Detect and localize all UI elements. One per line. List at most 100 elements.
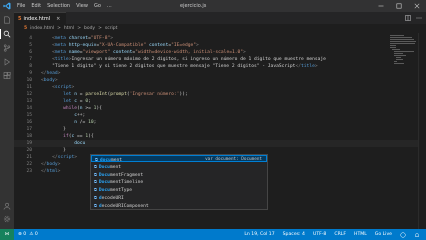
vertical-scrollbar[interactable] — [418, 33, 426, 229]
code-token: > — [74, 155, 78, 160]
code-line[interactable]: 11 <script> — [14, 84, 418, 91]
window-title: ejercicio.js — [180, 3, 207, 9]
code-line[interactable]: 6 <meta name="viewport" content="width=d… — [14, 49, 418, 56]
tab-index-html[interactable]: 5 index.html × — [14, 12, 66, 24]
suggestion-match: Docu — [98, 188, 110, 194]
code-token: ++; — [76, 113, 86, 118]
encoding[interactable]: UTF-8 — [313, 232, 326, 237]
code-line[interactable]: 5 <meta http-equiv="X-UA-Compatible" con… — [14, 42, 418, 49]
code-line[interactable]: 12 let n = parseInt(prompt('Ingresar núm… — [14, 91, 418, 98]
line-number: 9 — [29, 71, 32, 76]
code-line[interactable]: 20 } — [14, 147, 418, 154]
menu-edit[interactable]: Edit — [28, 0, 44, 12]
code-token: head — [46, 71, 58, 76]
line-code: } — [41, 126, 66, 133]
code-line[interactable]: 10 <body> — [14, 77, 418, 84]
close-icon — [414, 3, 420, 9]
code-line[interactable]: 8 "Tiene 1 dígito" y si tiene 2 dígitos … — [14, 63, 418, 70]
symbol-variable-icon: ⧉ — [95, 157, 98, 162]
suggestion-item[interactable]: ⧉ DocumentType — [91, 186, 267, 193]
suggestion-item[interactable]: ⧉ decodeURI — [91, 194, 267, 201]
code-line[interactable]: 15 c++; — [14, 112, 418, 119]
code-token: meta — [54, 36, 69, 41]
vscode-logo-icon — [0, 0, 14, 12]
code-token: meta — [54, 43, 69, 48]
account-icon[interactable] — [3, 202, 11, 210]
line-code: docu — [41, 140, 85, 147]
go-live-button[interactable]: Go Live — [375, 232, 392, 237]
code-token: let — [63, 92, 75, 97]
code-token: body — [46, 162, 58, 167]
code-token: meta — [54, 50, 69, 55]
line-code: <meta charset="UTF-8"> — [41, 35, 113, 42]
indentation[interactable]: Spaces: 4 — [283, 232, 305, 237]
code-line[interactable]: 14 while(n >= 1){ — [14, 105, 418, 112]
menu-more[interactable]: ... — [104, 0, 115, 12]
code-line[interactable]: 13 let c = 0; — [14, 98, 418, 105]
suggestion-rest: mentType — [109, 188, 133, 194]
breadcrumb-html[interactable]: html — [64, 26, 74, 31]
code-line[interactable]: 19 docu — [14, 140, 418, 147]
suggestion-item[interactable]: ⧉ decodeURIComponent — [91, 202, 267, 209]
close-window-button[interactable] — [408, 0, 426, 12]
tab-close-icon[interactable]: × — [56, 16, 60, 22]
code-line[interactable]: 17 } — [14, 126, 418, 133]
suggestion-match: Docu — [98, 164, 110, 170]
code-token: name — [68, 50, 80, 55]
line-number: 5 — [29, 43, 32, 48]
maximize-icon — [396, 3, 402, 9]
feedback-icon[interactable] — [400, 231, 406, 238]
line-code: "Tiene 1 dígito" y si tiene 2 dígitos qu… — [41, 63, 318, 70]
minimap[interactable] — [388, 33, 418, 93]
extensions-icon[interactable] — [3, 72, 11, 80]
problems-indicator[interactable]: ⊗ 0 ⚠ 0 — [18, 232, 38, 237]
remote-button[interactable]: ⋈ — [0, 229, 14, 240]
line-code: </body> — [41, 161, 60, 168]
minimize-button[interactable] — [372, 0, 390, 12]
line-code: let n = parseInt(prompt('Ingresar número… — [41, 91, 188, 98]
tab-bar: 5 index.html × — [14, 12, 426, 24]
split-editor-icon[interactable] — [405, 15, 411, 21]
code-line[interactable]: 18 if(c == 1){ — [14, 133, 418, 140]
line-number: 11 — [26, 85, 32, 90]
breadcrumb-script[interactable]: script — [105, 26, 118, 31]
language-mode[interactable]: HTML — [354, 232, 367, 237]
suggestion-widget: ⧉ document var document: Document ⧉ Document… — [90, 154, 268, 210]
breadcrumb-body[interactable]: body — [84, 26, 95, 31]
code-token: content — [148, 43, 169, 48]
code-line[interactable]: 9 </head> — [14, 70, 418, 77]
source-control-icon[interactable] — [3, 44, 11, 52]
line-number: 13 — [26, 99, 32, 104]
suggestion-item[interactable]: ⧉ document var document: Document — [91, 155, 267, 163]
code-token: let — [63, 99, 75, 104]
suggestion-rest: ecodeURI — [101, 196, 124, 201]
settings-gear-icon[interactable] — [3, 215, 11, 223]
more-actions-icon[interactable] — [416, 15, 422, 21]
suggestion-item[interactable]: ⧉ DocumentFragment — [91, 171, 267, 178]
menu-selection[interactable]: Selection — [44, 0, 73, 12]
symbol-variable-icon: ⧉ — [94, 195, 97, 200]
line-code: </head> — [41, 70, 60, 77]
code-line[interactable]: 4 <meta charset="UTF-8"> — [14, 35, 418, 42]
suggestion-item[interactable]: ⧉ DocumentTimeline — [91, 178, 267, 185]
suggestion-item[interactable]: ⧉ Document — [91, 163, 267, 170]
maximize-button[interactable] — [390, 0, 408, 12]
breadcrumb-file[interactable]: index.html — [30, 26, 54, 31]
line-code: <title>Ingresar un número máximo de 2 dí… — [41, 56, 326, 63]
menu-file[interactable]: File — [14, 0, 28, 12]
notifications-bell-icon[interactable] — [414, 232, 420, 238]
explorer-icon[interactable] — [3, 16, 11, 24]
menu-go[interactable]: Go — [91, 0, 104, 12]
symbol-variable-icon: ⧉ — [94, 171, 97, 177]
end-of-line[interactable]: CRLF — [334, 232, 346, 237]
cursor-position[interactable]: Ln 19, Col 17 — [244, 232, 274, 237]
run-debug-icon[interactable] — [3, 58, 11, 66]
menu-view[interactable]: View — [73, 0, 91, 12]
search-icon[interactable] — [3, 30, 11, 38]
code-line[interactable]: 7 <title>Ingresar un número máximo de 2 … — [14, 56, 418, 63]
code-line[interactable]: 16 n /= 10; — [14, 119, 418, 126]
